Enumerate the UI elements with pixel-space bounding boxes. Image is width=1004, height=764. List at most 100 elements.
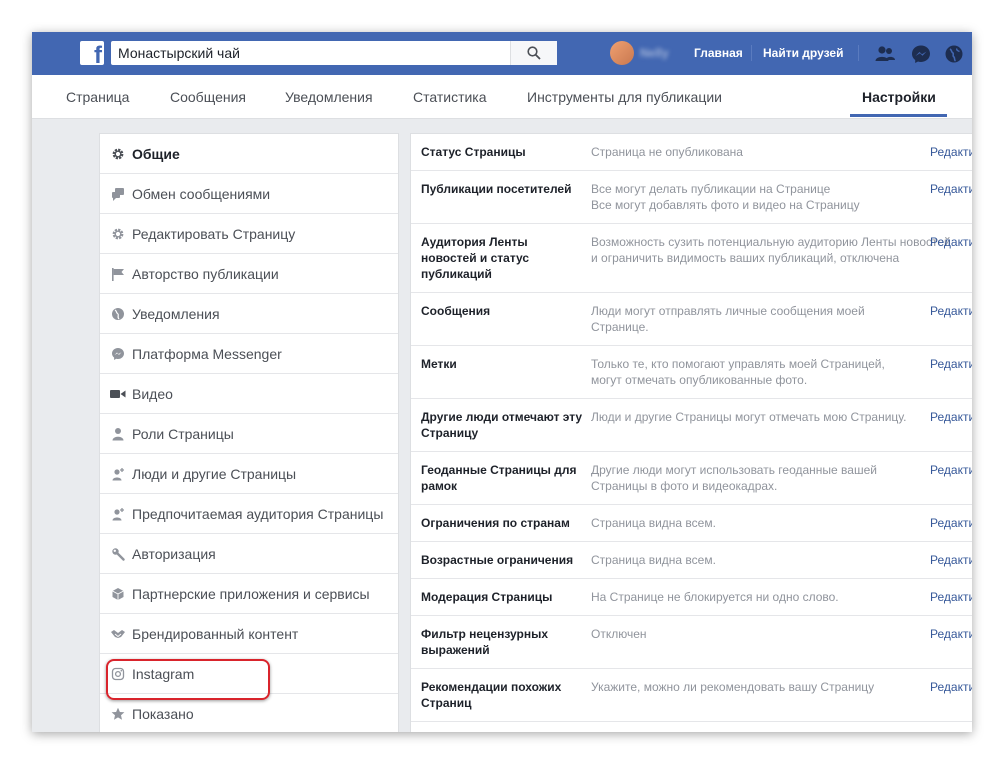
setting-value: Возможность сузить потенциальную аудитор… <box>591 235 951 265</box>
setting-name: Другие люди отмечают эту Страницу <box>421 410 583 440</box>
tab-settings[interactable]: Настройки <box>862 89 936 105</box>
setting-value: Страница видна всем. <box>591 553 716 567</box>
setting-name: Метки <box>421 357 457 371</box>
sidebar-item-preferred-audience[interactable]: Предпочитаемая аудитория Страницы <box>100 494 398 534</box>
sidebar-item-label: Редактировать Страницу <box>132 225 296 242</box>
tab-messages[interactable]: Сообщения <box>170 89 246 105</box>
setting-value: Отключен <box>591 627 647 641</box>
settings-row-page-moderation[interactable]: Модерация Страницы На Странице не блокир… <box>411 579 972 616</box>
person-star-icon <box>110 506 126 522</box>
setting-value: Люди и другие Страницы могут отмечать мо… <box>591 410 907 424</box>
sidebar-item-page-roles[interactable]: Роли Страницы <box>100 414 398 454</box>
sidebar-item-authorization[interactable]: Авторизация <box>100 534 398 574</box>
sidebar-item-post-attribution[interactable]: Авторство публикации <box>100 254 398 294</box>
settings-row-page-location-frames[interactable]: Геоданные Страницы для рамок Другие люди… <box>411 452 972 505</box>
cube-icon <box>110 586 126 602</box>
edit-link[interactable]: Редакти <box>930 409 972 425</box>
settings-row-country-restrictions[interactable]: Ограничения по странам Страница видна вс… <box>411 505 972 542</box>
handshake-icon <box>110 626 126 642</box>
settings-row-messages[interactable]: Сообщения Люди могут отправлять личные с… <box>411 293 972 346</box>
sidebar-item-label: Роли Страницы <box>132 425 234 442</box>
general-settings-table: Статус Страницы Страница не опубликована… <box>410 133 972 732</box>
edit-link[interactable]: Редакти <box>930 515 972 531</box>
sidebar-item-messenger-platform[interactable]: Платформа Messenger <box>100 334 398 374</box>
edit-link[interactable]: Редакти <box>930 356 972 372</box>
profile-link[interactable]: Nelly <box>610 41 669 65</box>
page-tabs: Страница Сообщения Уведомления Статистик… <box>32 75 972 119</box>
edit-link[interactable]: Редакти <box>930 144 972 160</box>
edit-link[interactable]: Редакти <box>930 679 972 695</box>
chat-icon <box>110 186 126 202</box>
tab-notifications[interactable]: Уведомления <box>285 89 373 105</box>
sidebar-item-label: Партнерские приложения и сервисы <box>132 585 370 602</box>
sidebar-item-label: Видео <box>132 385 173 402</box>
edit-link[interactable]: Редакти <box>930 589 972 605</box>
facebook-logo-icon[interactable]: f <box>80 41 104 65</box>
messenger-icon <box>110 346 126 362</box>
settings-row-others-tagging[interactable]: Другие люди отмечают эту Страницу Люди и… <box>411 399 972 452</box>
edit-link[interactable]: Редакти <box>930 303 972 319</box>
sidebar-item-general[interactable]: Общие <box>100 134 398 174</box>
sidebar-item-notifications[interactable]: Уведомления <box>100 294 398 334</box>
settings-row-age-restrictions[interactable]: Возрастные ограничения Страница видна вс… <box>411 542 972 579</box>
sidebar-item-messaging[interactable]: Обмен сообщениями <box>100 174 398 214</box>
sidebar-item-video[interactable]: Видео <box>100 374 398 414</box>
star-icon <box>110 706 126 722</box>
nav-divider <box>858 45 859 61</box>
home-link[interactable]: Главная <box>694 46 743 60</box>
edit-link[interactable]: Редакти <box>930 552 972 568</box>
sidebar-item-label: Общие <box>132 145 180 162</box>
tab-publishing-tools[interactable]: Инструменты для публикации <box>527 89 722 105</box>
instagram-highlight-frame <box>106 659 270 700</box>
messenger-icon[interactable] <box>910 43 932 65</box>
person-icon <box>110 426 126 442</box>
friend-requests-icon[interactable] <box>874 43 896 65</box>
settings-row-page-visibility[interactable]: Статус Страницы Страница не опубликована… <box>411 134 972 171</box>
setting-value: Укажите, можно ли рекомендовать вашу Стр… <box>591 680 875 694</box>
find-friends-link[interactable]: Найти друзей <box>763 46 843 60</box>
sidebar-item-label: Брендированный контент <box>132 625 299 642</box>
setting-name: Фильтр нецензурных выражений <box>421 627 549 657</box>
setting-name: Модерация Страницы <box>421 590 553 604</box>
sidebar-item-partner-apps[interactable]: Партнерские приложения и сервисы <box>100 574 398 614</box>
notifications-globe-icon[interactable] <box>943 43 965 65</box>
sidebar-item-label: Показано <box>132 705 194 722</box>
settings-row-tagging[interactable]: Метки Только те, кто помогают управлять … <box>411 346 972 399</box>
sidebar-item-label: Платформа Messenger <box>132 345 282 362</box>
sidebar-item-edit-page[interactable]: Редактировать Страницу <box>100 214 398 254</box>
search-icon <box>527 46 541 60</box>
edit-link[interactable]: Редакти <box>930 234 972 250</box>
setting-value: Страница видна всем. <box>591 516 716 530</box>
sidebar-item-label: Авторизация <box>132 545 216 562</box>
tab-insights[interactable]: Статистика <box>413 89 487 105</box>
setting-name: Сообщения <box>421 304 491 318</box>
active-tab-indicator <box>850 114 947 117</box>
edit-link[interactable]: Редакти <box>930 462 972 478</box>
edit-link[interactable]: Редакти <box>930 626 972 642</box>
tab-page[interactable]: Страница <box>66 89 129 105</box>
settings-row-similar-page-suggestions[interactable]: Рекомендации похожих Страниц Укажите, мо… <box>411 669 972 722</box>
settings-row-visitor-posts[interactable]: Публикации посетителей Все могут делать … <box>411 171 972 224</box>
sidebar-item-label: Авторство публикации <box>132 265 279 282</box>
setting-name: Возрастные ограничения <box>421 553 574 567</box>
globe-icon <box>110 306 126 322</box>
top-navigation-bar: f Nelly Главная Найти друзей <box>32 32 972 75</box>
setting-value: Только те, кто помогают управлять моей С… <box>591 357 885 387</box>
sidebar-item-people-and-pages[interactable]: Люди и другие Страницы <box>100 454 398 494</box>
person-add-icon <box>110 466 126 482</box>
nav-divider <box>751 45 752 61</box>
setting-name: Аудитория Ленты новостей и статус публик… <box>421 235 530 281</box>
sidebar-item-branded-content[interactable]: Брендированный контент <box>100 614 398 654</box>
setting-value-line: Все могут добавлять фото и видео на Стра… <box>591 198 860 212</box>
sidebar-item-label: Обмен сообщениями <box>132 185 271 202</box>
edit-link[interactable]: Редакти <box>930 181 972 197</box>
search-input[interactable] <box>111 41 511 65</box>
settings-row-news-feed-audience[interactable]: Аудитория Ленты новостей и статус публик… <box>411 224 972 293</box>
flag-icon <box>110 266 126 282</box>
gear-icon <box>110 226 126 242</box>
settings-row-profanity-filter[interactable]: Фильтр нецензурных выражений Отключен Ре… <box>411 616 972 669</box>
setting-value: Другие люди могут использовать геоданные… <box>591 463 877 493</box>
setting-value: Все могут делать публикации на Странице … <box>591 181 931 213</box>
setting-value: Страница не опубликована <box>591 145 743 159</box>
search-button[interactable] <box>510 41 557 65</box>
